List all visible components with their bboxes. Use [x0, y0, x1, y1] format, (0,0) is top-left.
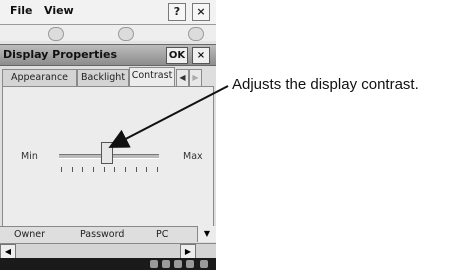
- callout-arrow: [108, 85, 229, 148]
- callout-text: Adjusts the display contrast.: [232, 76, 419, 93]
